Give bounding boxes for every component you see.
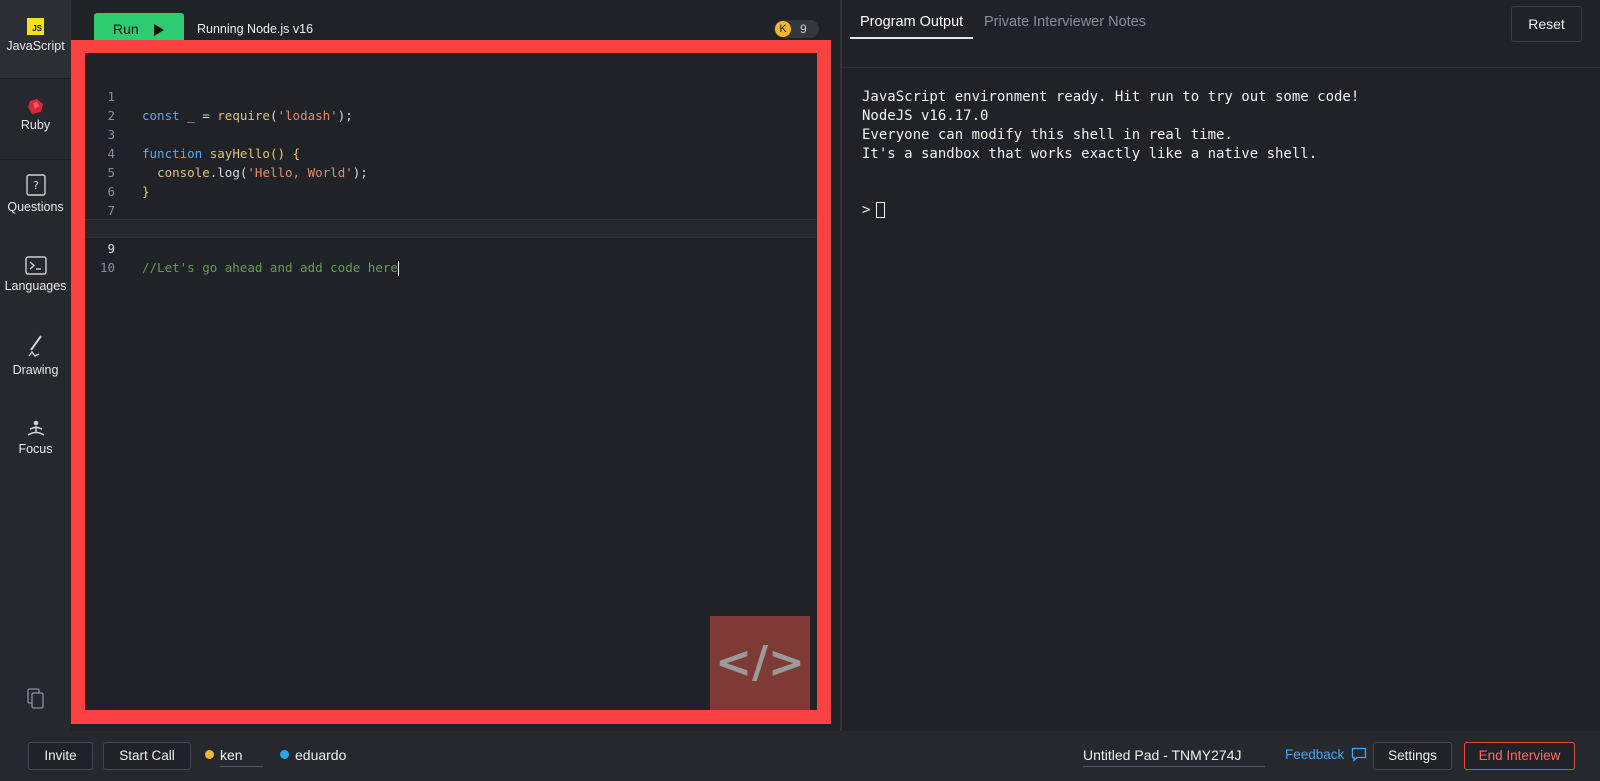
copy-button[interactable] (0, 688, 71, 712)
user-name: ken (220, 747, 263, 767)
code-line: 3 function sayHello() { (85, 106, 817, 161)
sidebar-item-ruby[interactable]: Ruby (0, 79, 71, 159)
sidebar-item-languages[interactable]: Languages (0, 256, 71, 316)
shell-prompt[interactable]: > (862, 202, 886, 218)
console-line: Everyone can modify this shell in real t… (862, 127, 1233, 143)
sidebar-item-focus[interactable]: Focus (0, 420, 71, 480)
settings-button[interactable]: Settings (1373, 742, 1452, 770)
bottom-bar: Invite Start Call ken eduardo Untitled P… (0, 731, 1600, 781)
console-output: JavaScript environment ready. Hit run to… (862, 88, 1359, 164)
end-interview-button[interactable]: End Interview (1464, 742, 1575, 770)
shell-cursor (876, 202, 886, 218)
code-line: 2 (85, 87, 817, 123)
code-editor[interactable]: 1 const _ = require('lodash'); 2 3 funct… (85, 53, 817, 710)
sidebar-item-label: Questions (7, 200, 64, 214)
pad-title[interactable]: Untitled Pad - TNMY274J (1083, 747, 1265, 767)
start-call-button[interactable]: Start Call (103, 742, 191, 770)
code-line-current: 9 //Let's go ahead and add code here (85, 219, 817, 276)
participant-count: 9 (800, 22, 807, 36)
code-line: 8 (85, 201, 817, 237)
feedback-label: Feedback (1285, 747, 1345, 762)
sidebar-item-questions[interactable]: ? Questions (0, 174, 71, 234)
code-line: 6 (85, 163, 817, 199)
left-sidebar: JS JavaScript Ruby ? Questions Languages… (0, 0, 71, 731)
run-button-label: Run (113, 21, 139, 37)
participants-badge[interactable]: K 9 (774, 20, 819, 38)
user-name: eduardo (295, 747, 347, 763)
sidebar-item-javascript[interactable]: JS JavaScript (0, 0, 71, 78)
meditation-icon (26, 420, 46, 438)
code-line: 7 _.times(5, sayHello); (85, 182, 817, 237)
terminal-icon (24, 256, 47, 275)
code-line: 4 console.log('Hello, World'); (85, 125, 817, 180)
ruby-gem-icon (27, 99, 44, 114)
code-line: 10 (85, 239, 817, 275)
editor-toolbar: Run Running Node.js v16 K 9 (71, 0, 841, 45)
user-eduardo: eduardo (280, 747, 346, 763)
prompt-symbol: > (862, 202, 871, 218)
console-line: It's a sandbox that works exactly like a… (862, 146, 1318, 162)
feedback-link[interactable]: Feedback (1285, 747, 1367, 763)
user-ken[interactable]: ken (205, 747, 263, 767)
play-icon (154, 24, 164, 36)
tab-interviewer-notes[interactable]: Private Interviewer Notes (984, 14, 1146, 30)
svg-text:?: ? (33, 179, 39, 192)
output-tabs: Program Output Private Interviewer Notes… (842, 0, 1600, 68)
user-color-dot (280, 750, 289, 759)
user-color-dot (205, 750, 214, 759)
line-number: 10 (99, 260, 115, 275)
pen-icon (26, 334, 46, 359)
sidebar-item-drawing[interactable]: Drawing (0, 334, 71, 394)
user-avatar: K (775, 21, 791, 37)
code-brackets-icon: </> (710, 616, 810, 710)
code-line: 5 } (85, 144, 817, 199)
invite-button[interactable]: Invite (28, 742, 93, 770)
chat-bubble-icon (1351, 747, 1367, 763)
sidebar-item-label: Ruby (20, 118, 51, 132)
console-line: NodeJS v16.17.0 (862, 108, 989, 124)
sidebar-item-label: Focus (18, 442, 53, 456)
sidebar-item-label: Languages (4, 279, 67, 293)
divider (0, 159, 71, 160)
runtime-status: Running Node.js v16 (197, 22, 314, 36)
code-line: 1 const _ = require('lodash'); (85, 68, 817, 123)
output-panel: Program Output Private Interviewer Notes… (842, 0, 1600, 731)
reset-button[interactable]: Reset (1511, 6, 1582, 42)
copy-icon (26, 688, 46, 710)
javascript-logo-icon: JS (27, 18, 44, 35)
tab-program-output[interactable]: Program Output (850, 14, 974, 39)
question-card-icon: ? (25, 174, 46, 196)
sidebar-item-label: Drawing (12, 363, 59, 377)
console-line: JavaScript environment ready. Hit run to… (862, 89, 1360, 105)
sidebar-item-label: JavaScript (6, 39, 65, 53)
text-caret (397, 261, 399, 276)
